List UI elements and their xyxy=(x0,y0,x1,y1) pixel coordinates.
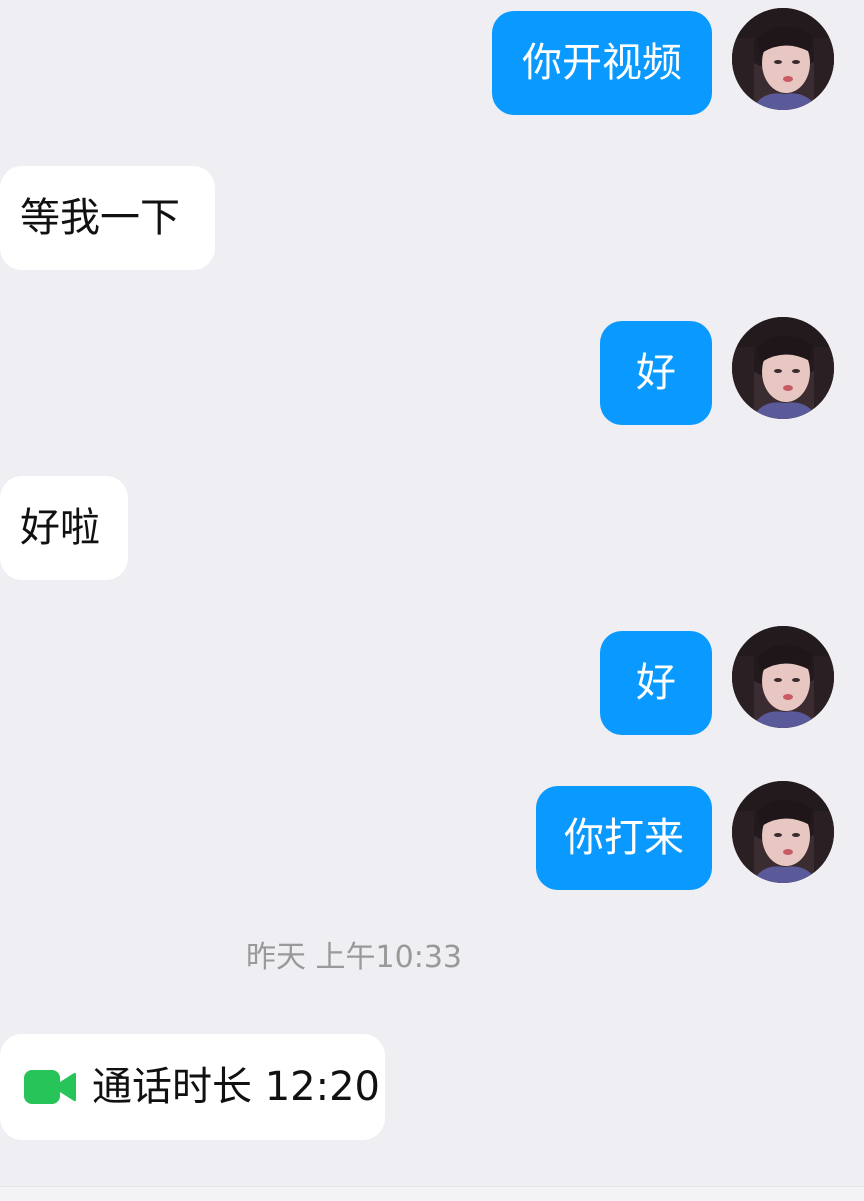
message-timestamp: 昨天 上午10:33 xyxy=(246,940,462,975)
video-call-record-bubble[interactable]: 通话时长 12:20 xyxy=(0,1034,385,1140)
message-bubble-outgoing[interactable]: 你开视频 xyxy=(492,11,712,115)
user-avatar[interactable] xyxy=(732,317,834,419)
user-avatar[interactable] xyxy=(732,8,834,110)
user-avatar[interactable] xyxy=(732,781,834,883)
call-duration-text: 通话时长 12:20 xyxy=(92,1064,380,1110)
chat-message-list[interactable]: 你开视频 等我一下 好 好啦 好 你打来 昨天 上午10:33 通话时长 12:… xyxy=(0,0,864,1201)
avatar-image xyxy=(732,626,834,728)
message-text: 等我一下 xyxy=(20,195,180,241)
input-bar-edge xyxy=(0,1186,864,1201)
message-bubble-outgoing[interactable]: 好 xyxy=(600,631,712,735)
message-text: 好啦 xyxy=(20,505,100,551)
message-text: 你打来 xyxy=(564,815,684,861)
message-text: 好 xyxy=(636,660,676,706)
avatar-image xyxy=(732,781,834,883)
message-bubble-incoming[interactable]: 好啦 xyxy=(0,476,128,580)
message-bubble-outgoing[interactable]: 你打来 xyxy=(536,786,712,890)
message-text: 好 xyxy=(636,350,676,396)
message-bubble-outgoing[interactable]: 好 xyxy=(600,321,712,425)
message-bubble-incoming[interactable]: 等我一下 xyxy=(0,166,215,270)
video-call-icon xyxy=(24,1070,76,1104)
avatar-image xyxy=(732,317,834,419)
user-avatar[interactable] xyxy=(732,626,834,728)
avatar-image xyxy=(732,8,834,110)
message-text: 你开视频 xyxy=(522,40,682,86)
